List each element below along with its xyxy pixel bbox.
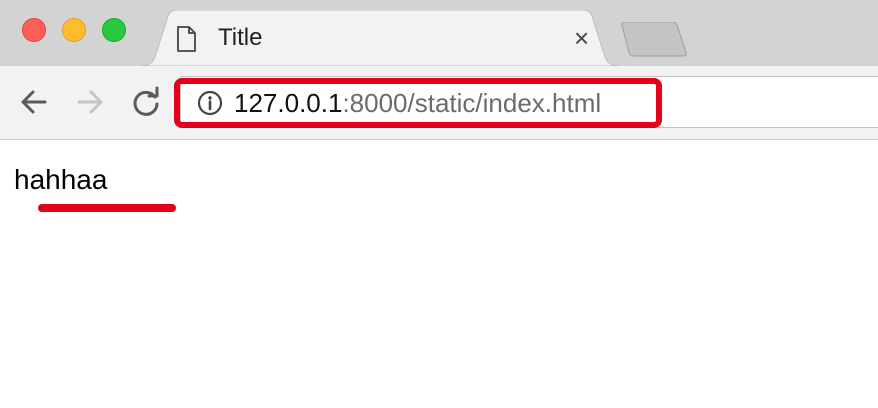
tab-strip: Title ×: [0, 0, 878, 66]
forward-arrow-icon[interactable]: [74, 86, 106, 118]
tab-title-page[interactable]: Title ×: [140, 10, 620, 66]
url-path: :8000/static/index.html: [342, 88, 602, 118]
tab-close-icon[interactable]: ×: [574, 25, 589, 51]
reload-icon[interactable]: [130, 86, 162, 118]
window-close-button[interactable]: [22, 18, 46, 42]
window-minimize-button[interactable]: [62, 18, 86, 42]
window-zoom-button[interactable]: [102, 18, 126, 42]
info-icon[interactable]: [197, 90, 223, 116]
url-host: 127.0.0.1: [234, 88, 343, 118]
new-tab-icon[interactable]: [620, 21, 690, 58]
tab-shape: [140, 10, 620, 66]
page-body-text: hahhaa: [14, 164, 108, 195]
back-arrow-icon[interactable]: [18, 86, 50, 118]
text-underline-annotation: [38, 204, 176, 212]
url-text[interactable]: 127.0.0.1:8000/static/index.html: [234, 88, 601, 118]
tab-title: Title: [218, 24, 263, 51]
